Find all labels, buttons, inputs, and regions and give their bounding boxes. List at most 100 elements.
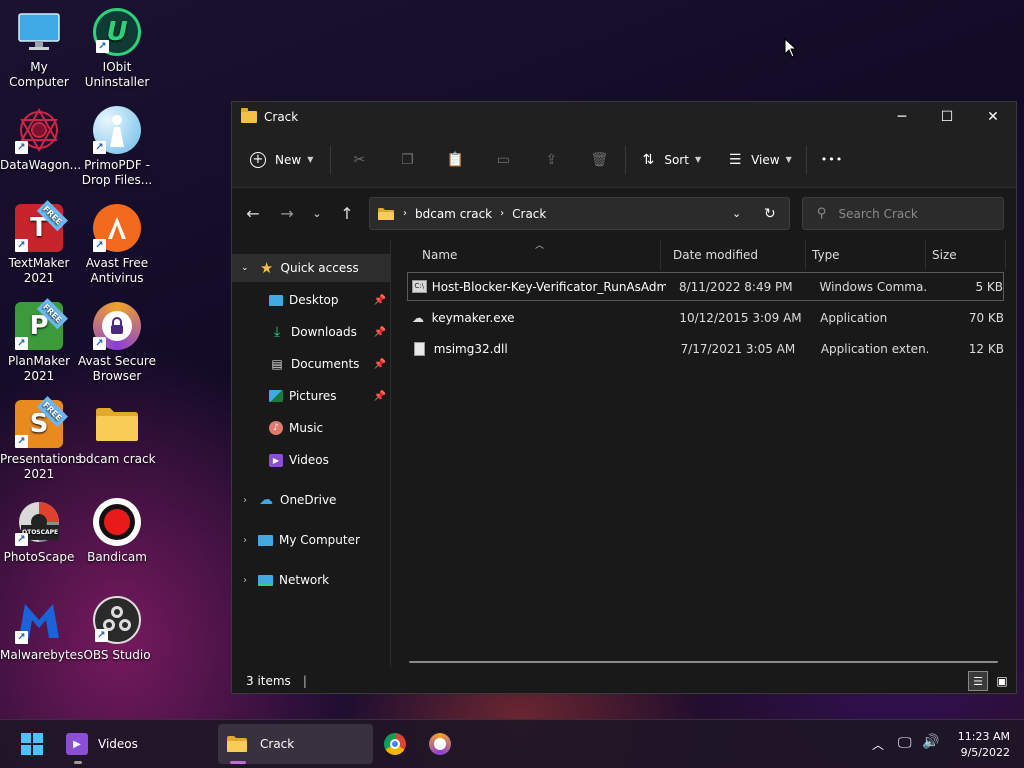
details-view-icon[interactable]: ☰	[968, 671, 988, 691]
refresh-icon[interactable]: ↻	[764, 206, 776, 222]
copy-icon[interactable]: ❐	[399, 152, 415, 168]
clock[interactable]: 11:23 AM 9/5/2022	[950, 729, 1010, 761]
desktop-icon-my-computer[interactable]: My Computer	[0, 8, 78, 90]
file-row[interactable]: msimg32.dll 7/17/2021 3:05 AM Applicatio…	[407, 334, 1004, 363]
chevron-down-icon: ▼	[785, 155, 792, 164]
up-arrow-icon[interactable]: ↑	[332, 204, 362, 223]
desktop-icon-bandicam[interactable]: Bandicam	[78, 498, 156, 565]
desktop-icon-photoscape[interactable]: OTOSCAPE ↗ PhotoScape	[0, 498, 78, 565]
desktop-icon-avast-secure-browser[interactable]: ↗ Avast Secure Browser	[78, 302, 156, 384]
cmd-icon: C:\	[412, 280, 427, 293]
iobit-icon: U ↗	[93, 8, 141, 56]
primopdf-icon: ↗	[93, 106, 141, 154]
rename-icon[interactable]: ▭	[495, 152, 511, 168]
maximize-button[interactable]: ☐	[924, 102, 970, 132]
status-bar: 3 items | ☰ ▣	[232, 669, 1016, 693]
desktop-icon-malwarebytes[interactable]: ↗ Malwarebytes	[0, 596, 83, 663]
desktop-icon-avast-free-antivirus[interactable]: ↗ Avast Free Antivirus	[78, 204, 156, 286]
desktop-icon-datawagon[interactable]: ↗ DataWagon...	[0, 106, 81, 173]
mouse-cursor-icon	[784, 38, 798, 58]
network-status-icon[interactable]: 🖵	[898, 735, 912, 751]
download-icon: ⤓	[273, 324, 281, 340]
paste-icon[interactable]: 📋	[447, 152, 464, 168]
show-hidden-icons-chevron-icon[interactable]: ︿	[872, 736, 884, 753]
nav-onedrive[interactable]: › ☁ OneDrive	[232, 486, 390, 514]
cut-icon[interactable]: ✂	[351, 152, 367, 168]
nav-videos[interactable]: ▶ Videos	[232, 446, 390, 474]
nav-pictures[interactable]: Pictures 📌	[232, 382, 390, 410]
volume-icon[interactable]: 🔊	[922, 734, 939, 750]
tiles-view-icon[interactable]: ▣	[992, 671, 1012, 691]
windows-logo-icon	[21, 733, 43, 755]
desktop-icon-textmaker[interactable]: T FREE ↗ TextMaker 2021	[0, 200, 78, 286]
file-row[interactable]: ☁ keymaker.exe 10/12/2015 3:09 AM Applic…	[407, 303, 1004, 332]
bandicam-icon	[93, 498, 141, 546]
folder-icon	[93, 400, 141, 448]
chevron-down-icon: ⌄	[241, 263, 249, 273]
clock-date: 9/5/2022	[960, 746, 1010, 759]
recent-locations-chevron-icon[interactable]: ⌄	[302, 207, 332, 220]
plus-circle-icon: +	[250, 151, 266, 168]
sort-ascending-icon: ︿	[535, 241, 545, 251]
minimize-button[interactable]: ─	[879, 102, 925, 132]
desktop-icon-iobit-uninstaller[interactable]: U ↗ IObit Uninstaller	[78, 8, 156, 90]
taskbar-app-videos[interactable]: ▶ Videos	[60, 724, 150, 764]
file-row[interactable]: C:\ Host-Blocker-Key-Verificator_RunAsAd…	[407, 272, 1004, 301]
column-header-type[interactable]: Type	[806, 240, 926, 270]
obs-icon: ↗	[93, 596, 141, 644]
column-header-name[interactable]: Name	[404, 240, 661, 270]
address-bar[interactable]: › bdcam crack › Crack ⌄ ↻	[369, 197, 790, 230]
nav-desktop[interactable]: Desktop 📌	[232, 286, 390, 314]
nav-music[interactable]: ♪ Music	[232, 414, 390, 442]
textmaker-icon: T FREE ↗	[15, 200, 69, 252]
horizontal-scrollbar[interactable]	[409, 661, 998, 663]
view-button[interactable]: ☰ View ▼	[727, 144, 792, 176]
clock-time: 11:23 AM	[957, 730, 1010, 743]
photoscape-icon: OTOSCAPE ↗	[15, 498, 63, 546]
network-icon	[258, 574, 273, 586]
desktop-icon-presentations[interactable]: S FREE ↗ Presentations 2021	[0, 396, 82, 482]
view-list-icon: ☰	[728, 151, 742, 168]
chevron-right-icon: ›	[243, 494, 247, 506]
star-icon: ★	[259, 259, 274, 277]
nav-quick-access[interactable]: ⌄ ★ Quick access	[232, 254, 390, 282]
search-input[interactable]: Search Crack	[839, 207, 918, 221]
close-button[interactable]: ✕	[970, 102, 1016, 132]
desktop-icon-planmaker[interactable]: P FREE ↗ PlanMaker 2021	[0, 298, 78, 384]
nav-documents[interactable]: ▤ Documents 📌	[232, 350, 390, 378]
delete-icon[interactable]: 🗑	[590, 152, 608, 168]
sort-button[interactable]: ⇅ Sort ▼	[640, 144, 701, 176]
breadcrumb-bdcam-crack[interactable]: bdcam crack	[415, 207, 492, 221]
taskbar-app-avast-browser[interactable]	[429, 724, 455, 764]
chevron-down-icon: ▼	[307, 155, 314, 164]
taskbar-app-crack[interactable]: Crack	[218, 724, 373, 764]
forward-arrow-icon[interactable]: →	[272, 204, 302, 223]
running-indicator	[74, 761, 82, 764]
computer-icon	[258, 534, 273, 546]
dll-icon	[414, 341, 425, 356]
nav-network[interactable]: › Network	[232, 566, 390, 594]
more-options-button[interactable]: •••	[821, 144, 843, 176]
desktop-icon-primopdf[interactable]: ↗ PrimoPDF - Drop Files...	[78, 106, 156, 188]
column-header-size[interactable]: Size	[926, 240, 1006, 270]
taskbar: ▶ Videos Crack ︿ 🖵 🔊 11:23 AM 9/5/2022	[0, 719, 1024, 768]
music-icon: ♪	[269, 421, 283, 435]
title-bar[interactable]: Crack ─ ☐ ✕	[232, 102, 1016, 132]
nav-my-computer[interactable]: › My Computer	[232, 526, 390, 554]
address-history-chevron-icon[interactable]: ⌄	[732, 207, 741, 220]
active-indicator	[230, 761, 246, 764]
desktop-icon-obs-studio[interactable]: ↗ OBS Studio	[78, 596, 156, 663]
share-icon[interactable]: ⇪	[543, 152, 559, 168]
desktop-icon-bdcam-crack[interactable]: bdcam crack	[78, 400, 156, 467]
shortcut-arrow-icon: ↗	[93, 141, 106, 154]
column-header-date-modified[interactable]: Date modified	[661, 240, 806, 270]
new-button[interactable]: + New ▼	[250, 144, 313, 176]
chevron-down-icon: ▼	[694, 155, 702, 164]
exe-icon: ☁	[412, 310, 424, 325]
back-arrow-icon[interactable]: ←	[238, 204, 268, 223]
nav-downloads[interactable]: ⤓ Downloads 📌	[232, 318, 390, 346]
search-box[interactable]: ⚲ Search Crack	[802, 197, 1004, 230]
start-button[interactable]	[12, 724, 52, 764]
taskbar-app-chrome[interactable]	[384, 724, 410, 764]
breadcrumb-crack[interactable]: Crack	[512, 207, 546, 221]
